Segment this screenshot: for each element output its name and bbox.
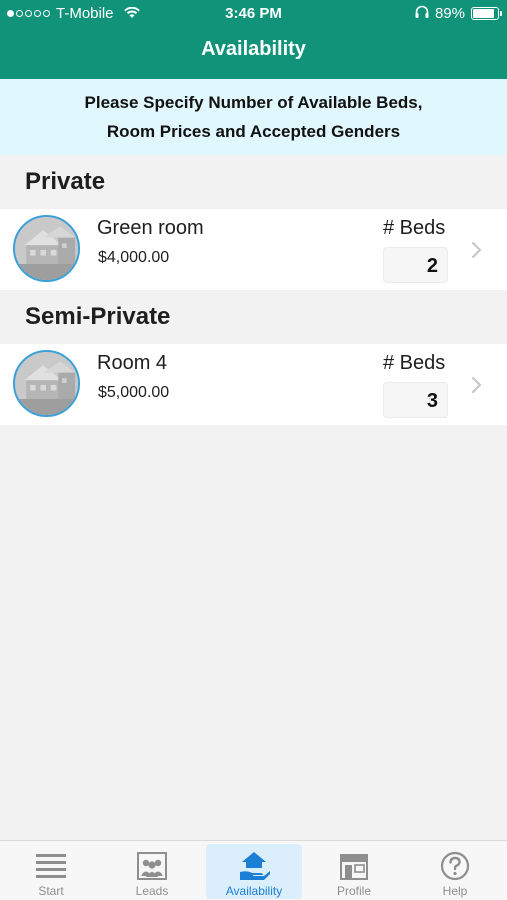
room-price: $5,000.00	[98, 384, 170, 401]
beds-label: # Beds	[383, 217, 446, 239]
house-hand-icon	[240, 852, 270, 880]
room-price: $4,000.00	[98, 249, 170, 266]
tab-help[interactable]: Help	[407, 844, 503, 899]
room-row-room-4[interactable]: Room 4 $5,000.00 # Beds 3	[0, 344, 507, 425]
status-bar: T-Mobile 3:46 PM 89%	[0, 0, 507, 28]
chevron-right-icon[interactable]	[470, 374, 484, 396]
room-thumbnail	[13, 215, 80, 282]
beds-count-input[interactable]: 2	[383, 247, 448, 283]
status-right: 89%	[415, 5, 502, 22]
headphones-icon	[415, 5, 429, 22]
beds-label: # Beds	[383, 352, 446, 374]
tab-start[interactable]: Start	[3, 844, 99, 899]
tab-bar: Start Leads Availability Profile Help	[0, 840, 507, 900]
tab-label: Help	[442, 884, 468, 898]
beds-count-input[interactable]: 3	[383, 382, 448, 418]
tab-leads[interactable]: Leads	[104, 844, 200, 899]
storefront-icon	[340, 854, 368, 880]
room-row-green-room[interactable]: Green room $4,000.00 # Beds 2	[0, 209, 507, 290]
battery-icon	[471, 7, 502, 20]
tab-label: Availability	[225, 884, 283, 898]
nav-header: T-Mobile 3:46 PM 89% Availability	[0, 0, 507, 79]
room-name: Green room	[97, 217, 204, 239]
tab-profile[interactable]: Profile	[306, 844, 402, 899]
instruction-banner: Please Specify Number of Available Beds,…	[0, 79, 507, 155]
people-icon	[137, 852, 167, 880]
tab-availability[interactable]: Availability	[206, 844, 302, 899]
battery-percent: 89%	[434, 5, 465, 22]
tab-label: Start	[38, 884, 64, 898]
room-name: Room 4	[97, 352, 168, 374]
tab-label: Profile	[336, 884, 371, 898]
chevron-right-icon[interactable]	[470, 239, 484, 261]
banner-line-2: Room Prices and Accepted Genders	[106, 122, 401, 141]
banner-line-1: Please Specify Number of Available Beds,	[84, 93, 423, 112]
tab-label: Leads	[135, 884, 169, 898]
section-header-private: Private	[0, 155, 507, 209]
section-header-semi-private: Semi-Private	[0, 290, 507, 344]
page-title: Availability	[201, 38, 306, 60]
list-icon	[36, 854, 66, 878]
room-thumbnail	[13, 350, 80, 417]
question-icon	[440, 851, 470, 881]
